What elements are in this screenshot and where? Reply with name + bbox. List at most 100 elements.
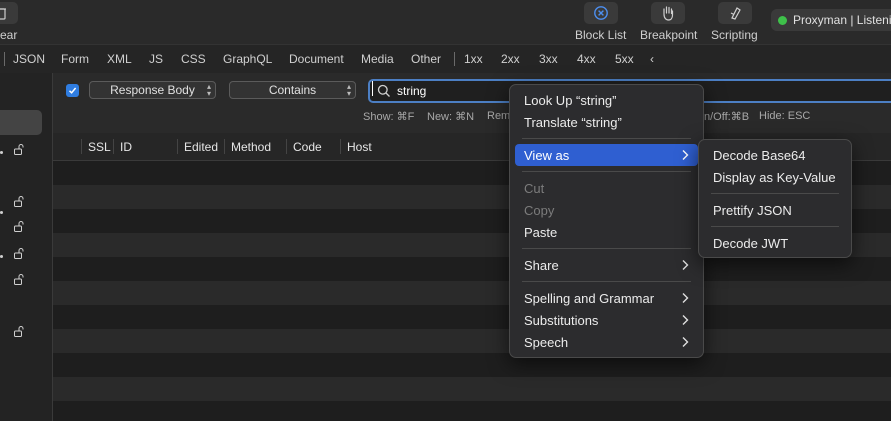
menu-item-label: Prettify JSON [713, 202, 792, 218]
lock-open-icon [14, 221, 24, 232]
table-row[interactable] [53, 401, 891, 421]
hint-onoff: n/Off:⌘B [704, 111, 750, 123]
column-id[interactable]: ID [120, 140, 132, 154]
submenu-item-prettify-json[interactable]: Prettify JSON [704, 199, 846, 221]
column-separator [286, 139, 287, 154]
menu-item-speech[interactable]: Speech [515, 331, 698, 353]
filter-separator [454, 52, 455, 66]
chevron-right-icon [682, 150, 689, 160]
menu-item-copy: Copy [515, 199, 698, 221]
filter-tab-document[interactable]: Document [289, 52, 344, 66]
table-row[interactable] [53, 257, 891, 281]
status-tab-2xx[interactable]: 2xx [501, 52, 520, 66]
submenu-item-decode-jwt[interactable]: Decode JWT [704, 232, 846, 254]
hint-remove: Rem [487, 110, 511, 122]
column-separator [224, 139, 225, 154]
scripting-label: Scripting [711, 28, 758, 42]
search-filter-bar: Response Body ▴ ▾ Contains ▴ ▾ string Show… [53, 73, 891, 133]
filter-tab-js[interactable]: JS [149, 52, 163, 66]
filter-tab-media[interactable]: Media [361, 52, 394, 66]
text-caret [372, 81, 373, 96]
more-tabs-chevron[interactable]: ‹ [650, 52, 654, 66]
chevron-right-icon [682, 260, 689, 270]
checkmark-icon [68, 87, 77, 94]
column-edited[interactable]: Edited [184, 140, 218, 154]
table-row[interactable] [53, 305, 891, 329]
menu-item-label: Speech [524, 334, 569, 350]
proxy-status-indicator[interactable]: Proxyman | Listenin [771, 9, 891, 31]
submenu-item-decode-base64[interactable]: Decode Base64 [704, 144, 846, 166]
hint-show: Show: ⌘F [363, 111, 415, 123]
menu-item-paste[interactable]: Paste [515, 221, 698, 243]
match-mode-select[interactable]: Contains ▴ ▾ [229, 81, 356, 99]
filter-tab-json[interactable]: JSON [13, 52, 45, 66]
column-host[interactable]: Host [347, 140, 372, 154]
submenu-item-display-key-value[interactable]: Display as Key-Value [704, 166, 846, 188]
block-icon [594, 6, 608, 20]
menu-separator [522, 138, 691, 139]
filter-tab-form[interactable]: Form [61, 52, 89, 66]
column-method[interactable]: Method [231, 140, 271, 154]
lock-open-icon [14, 274, 24, 285]
menu-item-label: Substitutions [524, 312, 599, 328]
filter-tab-css[interactable]: CSS [181, 52, 206, 66]
status-tab-1xx[interactable]: 1xx [464, 52, 483, 66]
view-as-submenu: Decode Base64 Display as Key-Value Prett… [698, 139, 852, 258]
hint-new: New: ⌘N [427, 111, 475, 123]
filter-enabled-checkbox[interactable] [66, 84, 79, 97]
menu-item-spelling-grammar[interactable]: Spelling and Grammar [515, 287, 698, 309]
menu-item-label: Spelling and Grammar [524, 290, 655, 306]
lock-open-icon [14, 144, 24, 155]
status-tab-3xx[interactable]: 3xx [539, 52, 558, 66]
menu-separator [522, 171, 691, 172]
clear-button[interactable] [0, 2, 18, 24]
filter-tab-other[interactable]: Other [411, 52, 441, 66]
chevron-right-icon [682, 315, 689, 325]
chevron-right-icon [682, 337, 689, 347]
scripting-button[interactable] [718, 2, 752, 24]
lock-open-icon [14, 248, 24, 259]
scope-select[interactable]: Response Body ▴ ▾ [89, 81, 216, 99]
menu-item-share[interactable]: Share [515, 254, 698, 276]
menu-item-look-up[interactable]: Look Up “string” [515, 89, 698, 111]
status-text: Proxyman | Listenin [793, 13, 891, 27]
filter-tab-xml[interactable]: XML [107, 52, 132, 66]
menu-item-label: Cut [524, 180, 545, 196]
menu-item-substitutions[interactable]: Substitutions [515, 309, 698, 331]
trash-icon [0, 8, 6, 20]
filter-tab-graphql[interactable]: GraphQL [223, 52, 272, 66]
menu-item-label: Look Up “string” [524, 92, 617, 108]
sidebar-indicator [0, 211, 3, 214]
sidebar-indicator [0, 255, 3, 258]
chevron-right-icon [682, 293, 689, 303]
column-code[interactable]: Code [293, 140, 322, 154]
toolbar: ear Block List Breakpoint Scripting Prox… [0, 0, 891, 44]
sidebar-indicator [0, 151, 3, 154]
menu-separator [711, 193, 839, 194]
menu-item-label: Paste [524, 224, 558, 240]
menu-separator [522, 248, 691, 249]
menu-item-label: Translate “string” [524, 114, 622, 130]
lock-open-icon [14, 196, 24, 207]
column-separator [81, 139, 82, 154]
table-row[interactable] [53, 281, 891, 305]
menu-item-translate[interactable]: Translate “string” [515, 111, 698, 133]
sidebar-selected-item[interactable] [0, 110, 42, 135]
table-row[interactable] [53, 329, 891, 353]
hand-icon [663, 6, 674, 21]
status-tab-4xx[interactable]: 4xx [577, 52, 596, 66]
status-tab-5xx[interactable]: 5xx [615, 52, 634, 66]
menu-item-view-as[interactable]: View as [515, 144, 698, 166]
breakpoint-button[interactable] [651, 2, 685, 24]
lock-open-icon [14, 326, 24, 337]
column-separator [177, 139, 178, 154]
block-list-button[interactable] [584, 2, 618, 24]
table-row[interactable] [53, 377, 891, 401]
breakpoint-label: Breakpoint [640, 28, 698, 42]
column-ssl[interactable]: SSL [88, 140, 111, 154]
menu-item-label: Decode JWT [713, 235, 789, 251]
content-filter-bar: JSON Form XML JS CSS GraphQL Document Me… [0, 44, 891, 74]
hint-hide: Hide: ESC [759, 110, 811, 122]
table-row[interactable] [53, 353, 891, 377]
match-mode-value: Contains [268, 83, 317, 97]
